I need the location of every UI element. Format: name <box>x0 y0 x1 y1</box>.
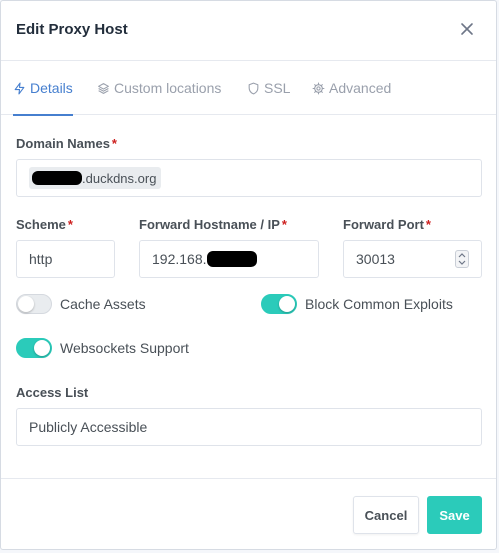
redacted-block <box>32 171 82 185</box>
tab-advanced[interactable]: Advanced <box>312 61 391 115</box>
websockets-support-label: Websockets Support <box>60 340 189 356</box>
modal-footer: Cancel Save <box>1 478 496 549</box>
required-mark: * <box>67 217 73 232</box>
domain-names-input[interactable]: .duckdns.org <box>16 159 482 197</box>
websockets-support-toggle[interactable] <box>16 338 52 358</box>
block-common-exploits-label: Block Common Exploits <box>305 296 453 312</box>
toggle-knob <box>18 296 34 312</box>
tab-details[interactable]: Details <box>13 61 73 116</box>
shield-icon <box>248 82 259 94</box>
forward-hostname-label-text: Forward Hostname / IP <box>139 217 280 232</box>
domain-chip[interactable]: .duckdns.org <box>29 167 162 189</box>
tab-custom-locations-label: Custom locations <box>114 80 222 96</box>
cancel-button[interactable]: Cancel <box>353 496 419 534</box>
cache-assets-toggle[interactable] <box>16 294 52 314</box>
access-list-label: Access List <box>16 385 88 400</box>
redacted-block <box>206 251 257 267</box>
scheme-label-text: Scheme <box>16 217 66 232</box>
scheme-input[interactable]: http <box>16 240 115 278</box>
domain-names-label-text: Domain Names <box>16 136 110 151</box>
tab-details-label: Details <box>30 80 73 96</box>
websockets-support-row: Websockets Support <box>16 338 189 358</box>
gear-icon <box>312 82 325 94</box>
forward-port-value: 30013 <box>356 251 395 267</box>
cache-assets-label: Cache Assets <box>60 296 146 312</box>
toggle-knob <box>279 296 295 312</box>
layers-icon <box>98 82 109 94</box>
block-common-exploits-toggle[interactable] <box>261 294 297 314</box>
required-mark: * <box>111 136 117 151</box>
tab-custom-locations[interactable]: Custom locations <box>97 61 221 115</box>
scheme-label: Scheme * <box>16 217 73 232</box>
tab-ssl-label: SSL <box>264 80 291 96</box>
forward-port-input[interactable]: 30013 <box>343 240 482 278</box>
access-list-label-text: Access List <box>16 385 89 400</box>
save-button[interactable]: Save <box>427 496 482 534</box>
domain-chip-suffix: .duckdns.org <box>82 170 157 186</box>
cache-assets-row: Cache Assets <box>16 294 146 314</box>
block-common-exploits-row: Block Common Exploits <box>261 294 453 314</box>
tab-advanced-label: Advanced <box>329 80 392 96</box>
spinner-arrows-icon <box>458 253 466 265</box>
number-spinner[interactable] <box>455 250 469 268</box>
close-button[interactable] <box>458 20 476 38</box>
scheme-value: http <box>29 251 53 267</box>
modal-header: Edit Proxy Host <box>1 1 496 61</box>
tab-bar: Details Custom locations SSL Advanced <box>1 61 496 116</box>
required-mark: * <box>425 217 431 232</box>
forward-port-label: Forward Port * <box>343 217 431 232</box>
close-icon <box>461 23 473 35</box>
forward-port-label-text: Forward Port <box>343 217 424 232</box>
access-list-select[interactable]: Publicly Accessible <box>16 408 482 446</box>
access-list-value: Publicly Accessible <box>29 419 148 435</box>
forward-hostname-label: Forward Hostname / IP * <box>139 217 287 232</box>
lightning-icon <box>14 82 25 94</box>
modal-title: Edit Proxy Host <box>16 21 128 38</box>
required-mark: * <box>281 217 287 232</box>
forward-hostname-value: 192.168. <box>152 251 207 267</box>
domain-names-label: Domain Names * <box>16 136 117 151</box>
tab-ssl[interactable]: SSL <box>247 61 290 115</box>
toggle-knob <box>34 340 50 356</box>
edit-proxy-host-modal: Edit Proxy Host Details Custom locations… <box>0 0 497 550</box>
forward-hostname-input[interactable]: 192.168. <box>139 240 319 278</box>
